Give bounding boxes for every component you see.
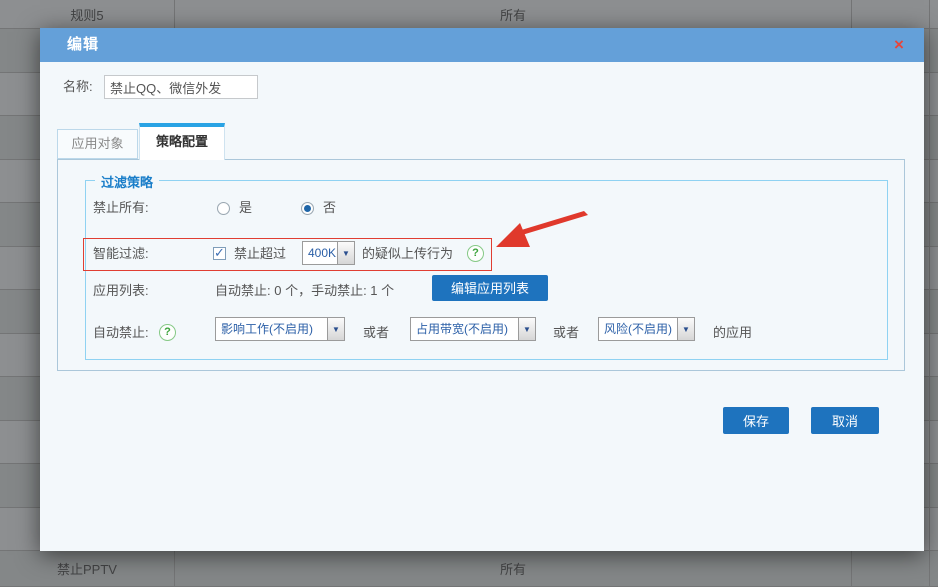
tab-application-objects[interactable]: 应用对象 xyxy=(57,129,138,159)
bandwidth-select[interactable]: 占用带宽(不启用) ▼ xyxy=(410,317,536,341)
size-select[interactable]: 400KB ▼ xyxy=(302,241,355,265)
help-icon[interactable]: ? xyxy=(467,245,484,262)
tab-label: 应用对象 xyxy=(71,136,123,151)
tab-policy-config[interactable]: 策略配置 xyxy=(139,123,225,160)
impact-work-select[interactable]: 影响工作(不启用) ▼ xyxy=(215,317,345,341)
auto-forbid-suffix: 的应用 xyxy=(713,323,752,343)
risk-value: 风险(不启用) xyxy=(599,318,677,340)
bandwidth-value: 占用带宽(不启用) xyxy=(411,318,518,340)
smart-filter-suffix: 的疑似上传行为 xyxy=(362,244,453,264)
or-text: 或者 xyxy=(363,323,389,343)
smart-filter-prefix: 禁止超过 xyxy=(234,244,286,264)
close-icon[interactable]: × xyxy=(888,34,910,56)
smart-filter-label: 智能过滤: xyxy=(93,244,149,264)
size-select-value: 400KB xyxy=(303,242,337,264)
cancel-button[interactable]: 取消 xyxy=(811,407,879,434)
risk-select[interactable]: 风险(不启用) ▼ xyxy=(598,317,695,341)
dialog-titlebar: 编辑 × xyxy=(40,28,924,62)
radio-yes-label[interactable]: 是 xyxy=(239,198,252,218)
radio-no[interactable] xyxy=(301,202,314,215)
radio-no-label[interactable]: 否 xyxy=(323,198,336,218)
chevron-down-icon[interactable]: ▼ xyxy=(337,242,354,264)
or-text: 或者 xyxy=(553,323,579,343)
save-button[interactable]: 保存 xyxy=(723,407,789,434)
radio-yes[interactable] xyxy=(217,202,230,215)
name-label: 名称: xyxy=(63,75,93,99)
dialog-title: 编辑 xyxy=(67,28,99,62)
forbid-all-label: 禁止所有: xyxy=(93,198,149,218)
help-icon[interactable]: ? xyxy=(159,324,176,341)
chevron-down-icon[interactable]: ▼ xyxy=(327,318,344,340)
edit-dialog: 编辑 × 名称: 应用对象 策略配置 过滤策略 禁止所有: 是 否 智能过滤: … xyxy=(40,28,924,551)
name-input[interactable] xyxy=(104,75,258,99)
chevron-down-icon[interactable]: ▼ xyxy=(518,318,535,340)
app-list-label: 应用列表: xyxy=(93,281,149,301)
edit-app-list-button[interactable]: 编辑应用列表 xyxy=(432,275,548,301)
auto-forbid-label: 自动禁止: xyxy=(93,323,149,343)
smart-filter-checkbox[interactable] xyxy=(213,247,226,260)
tab-label: 策略配置 xyxy=(156,134,208,149)
chevron-down-icon[interactable]: ▼ xyxy=(677,318,694,340)
app-list-summary: 自动禁止: 0 个，手动禁止: 1 个 xyxy=(215,281,394,301)
impact-work-value: 影响工作(不启用) xyxy=(216,318,327,340)
fieldset-legend: 过滤策略 xyxy=(95,172,159,191)
